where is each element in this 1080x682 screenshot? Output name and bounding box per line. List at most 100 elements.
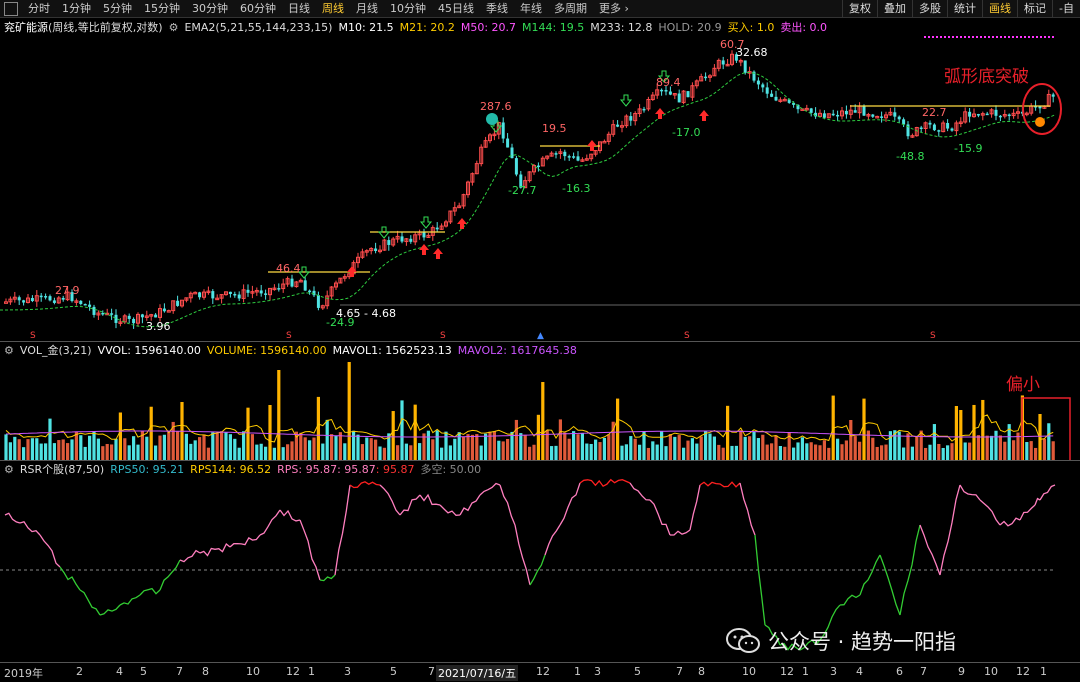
volume-bar xyxy=(470,434,474,460)
time-axis-label: 3 xyxy=(594,665,601,678)
time-axis-label: 4 xyxy=(116,665,123,678)
tab-60min[interactable]: 60分钟 xyxy=(234,0,282,18)
tab-fenshi[interactable]: 分时 xyxy=(22,0,56,18)
tab-weekly[interactable]: 周线 xyxy=(316,0,350,18)
candle-body xyxy=(576,156,580,161)
volume-bar xyxy=(532,444,536,460)
time-axis-label: 1 xyxy=(308,665,315,678)
rsr-line-segment xyxy=(79,589,101,616)
time-axis-label: 4 xyxy=(856,665,863,678)
rsr-line-segment xyxy=(4,512,21,524)
self-button[interactable]: -自 xyxy=(1052,0,1080,18)
wechat-icon xyxy=(726,628,760,653)
volume-bar xyxy=(928,444,932,460)
volume-bar xyxy=(224,431,228,460)
volume-bar xyxy=(638,444,642,460)
volume-bar xyxy=(13,436,17,460)
time-axis-label: 10 xyxy=(742,665,756,678)
tab-quarter[interactable]: 季线 xyxy=(480,0,514,18)
window-icon[interactable] xyxy=(4,1,18,16)
volume-bar xyxy=(136,444,140,460)
volume-bar xyxy=(523,435,527,460)
volume-bar xyxy=(453,438,457,460)
candle-body xyxy=(114,314,118,323)
volume-bar xyxy=(369,438,373,460)
statistics-button[interactable]: 统计 xyxy=(947,0,982,18)
volume-bar xyxy=(391,411,395,460)
candle-body xyxy=(48,296,52,301)
candle-body xyxy=(259,290,263,294)
volume-chart[interactable] xyxy=(0,356,1080,460)
tab-10min[interactable]: 10分钟 xyxy=(384,0,432,18)
buy-value: 买入: 1.0 xyxy=(727,21,775,34)
overlay-button[interactable]: 叠加 xyxy=(877,0,912,18)
rps-value: RPS: 95.87 xyxy=(277,462,338,476)
candle-body xyxy=(976,114,980,116)
candle-body xyxy=(686,91,690,98)
time-axis-label: 3 xyxy=(830,665,837,678)
volume-bar xyxy=(308,440,312,460)
candle-body xyxy=(316,295,320,308)
candle-body xyxy=(233,293,237,296)
tab-1min[interactable]: 1分钟 xyxy=(56,0,97,18)
time-axis-label: 10 xyxy=(984,665,998,678)
volume-bar xyxy=(946,445,950,460)
volume-bar xyxy=(444,431,448,460)
rsr-line-segment xyxy=(99,604,121,616)
time-axis-label: 5 xyxy=(140,665,147,678)
restore-right-button[interactable]: 复权 xyxy=(842,0,877,18)
draw-line-button[interactable]: 画线 xyxy=(982,0,1017,18)
volume-bar xyxy=(1034,447,1038,460)
tab-30min[interactable]: 30分钟 xyxy=(186,0,234,18)
volume-bar xyxy=(726,405,730,460)
tab-more[interactable]: 更多 › xyxy=(593,0,635,18)
price-label: 4.65 - 4.68 xyxy=(336,307,396,320)
volume-bar xyxy=(22,447,26,460)
volume-bar xyxy=(312,437,316,460)
price-chart[interactable]: 27.93.9646.4-24.94.65 - 4.68287.619.5-27… xyxy=(0,34,1080,340)
tab-monthly[interactable]: 月线 xyxy=(350,0,384,18)
volume-bar xyxy=(316,396,320,460)
tab-45day[interactable]: 45日线 xyxy=(432,0,480,18)
volume-bar xyxy=(114,438,118,460)
buy-arrow-icon xyxy=(419,244,429,255)
volume-bar xyxy=(158,435,162,460)
candle-body xyxy=(312,290,316,296)
mark-button[interactable]: 标记 xyxy=(1017,0,1052,18)
volume-bar xyxy=(743,436,747,460)
volume-bar xyxy=(66,443,70,460)
rsr-line-segment xyxy=(514,524,531,586)
volume-bar xyxy=(127,445,131,460)
volume-bar xyxy=(836,438,840,460)
volume-bar xyxy=(88,435,92,460)
rsr-line-segment xyxy=(544,524,561,556)
volume-bar xyxy=(198,437,202,460)
time-axis-label: 12 xyxy=(1016,665,1030,678)
volume-bar xyxy=(44,443,48,460)
price-label: 46.4 xyxy=(276,262,301,275)
volume-bar xyxy=(985,435,989,460)
time-axis-label: 8 xyxy=(698,665,705,678)
tab-5min[interactable]: 5分钟 xyxy=(97,0,138,18)
breakout-annotation: 弧形底突破 xyxy=(944,67,1029,87)
volume-bar xyxy=(682,447,686,460)
gear-icon[interactable]: ⚙ xyxy=(4,344,14,357)
volume-bar xyxy=(330,434,334,460)
volume-bar xyxy=(510,431,514,460)
tab-15min[interactable]: 15分钟 xyxy=(138,0,186,18)
tab-daily[interactable]: 日线 xyxy=(282,0,316,18)
period-toolbar: 分时 1分钟 5分钟 15分钟 30分钟 60分钟 日线 周线 月线 10分钟 … xyxy=(0,0,1080,18)
tab-multi-period[interactable]: 多周期 xyxy=(548,0,593,18)
multi-stock-button[interactable]: 多股 xyxy=(912,0,947,18)
rps-value-2: : 95.87 xyxy=(337,462,376,476)
volume-bar xyxy=(48,418,52,460)
volume-bar xyxy=(70,439,74,460)
gear-icon[interactable]: ⚙ xyxy=(169,21,179,34)
volume-bar xyxy=(937,443,941,460)
volume-bar xyxy=(572,431,576,460)
volume-bar xyxy=(475,434,479,460)
candle-body xyxy=(765,87,769,94)
gear-icon[interactable]: ⚙ xyxy=(4,463,14,476)
tab-year[interactable]: 年线 xyxy=(514,0,548,18)
volume-bar xyxy=(334,435,338,460)
